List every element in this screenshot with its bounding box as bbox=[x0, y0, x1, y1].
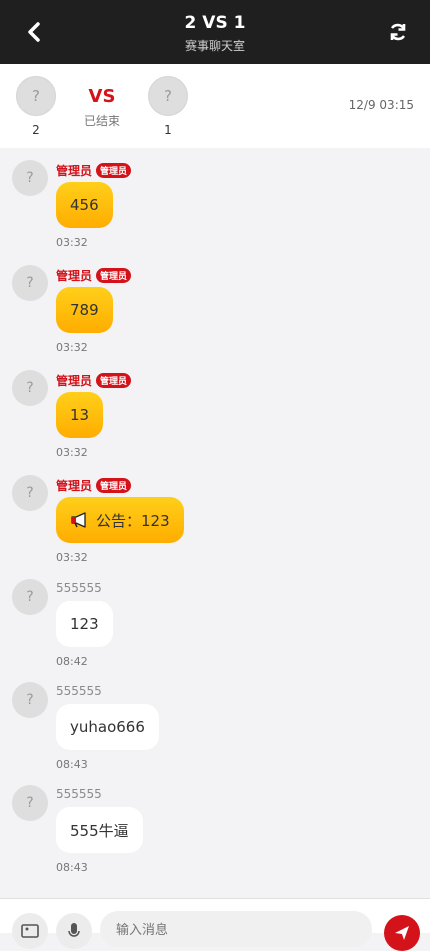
announcement-text: 公告：123 bbox=[96, 511, 170, 530]
away-team-score: 1 bbox=[164, 123, 172, 137]
avatar: ? bbox=[12, 475, 48, 511]
sender-label: 管理员 bbox=[56, 374, 93, 388]
sender-name: 管理员 管理员 bbox=[56, 372, 132, 389]
message-input-bar bbox=[0, 898, 430, 951]
avatar: ? bbox=[12, 265, 48, 301]
admin-badge: 管理员 bbox=[96, 163, 132, 178]
message-bubble: 789 bbox=[56, 287, 113, 333]
message-time: 03:32 bbox=[56, 551, 88, 564]
message-time: 03:32 bbox=[56, 236, 88, 249]
avatar: ? bbox=[12, 370, 48, 406]
sender-name: 555555 bbox=[56, 581, 102, 595]
home-team: ? 2 bbox=[16, 76, 56, 137]
message-bubble: 13 bbox=[56, 392, 104, 438]
avatar: ? bbox=[12, 682, 48, 718]
message-time: 03:32 bbox=[56, 446, 88, 459]
message-time: 08:43 bbox=[56, 758, 88, 771]
admin-badge: 管理员 bbox=[96, 478, 132, 493]
home-team-score: 2 bbox=[32, 123, 40, 137]
match-status: 已结束 bbox=[83, 114, 120, 128]
message-input[interactable] bbox=[100, 911, 372, 947]
sender-name: 555555 bbox=[56, 787, 102, 801]
vs-label: VS bbox=[88, 86, 116, 107]
message-time: 03:32 bbox=[56, 341, 88, 354]
message-time: 08:42 bbox=[56, 655, 88, 668]
send-icon bbox=[395, 926, 409, 940]
send-button[interactable] bbox=[384, 915, 420, 951]
avatar: ? bbox=[12, 785, 48, 821]
home-team-avatar: ? bbox=[16, 76, 56, 116]
microphone-icon bbox=[68, 923, 80, 937]
message-bubble: 456 bbox=[56, 182, 113, 228]
voice-button[interactable] bbox=[56, 913, 92, 949]
sender-label: 管理员 bbox=[56, 479, 93, 493]
match-info-card: ? 2 VS 已结束 ? 1 12/9 03:15 bbox=[0, 64, 430, 148]
admin-badge: 管理员 bbox=[96, 373, 132, 388]
image-icon bbox=[21, 924, 39, 938]
top-bar: 2 VS 1 赛事聊天室 bbox=[0, 0, 430, 64]
admin-badge: 管理员 bbox=[96, 268, 132, 283]
avatar: ? bbox=[12, 579, 48, 615]
sender-name: 555555 bbox=[56, 684, 102, 698]
page-subtitle: 赛事聊天室 bbox=[184, 39, 245, 53]
image-button[interactable] bbox=[12, 913, 48, 949]
megaphone-icon bbox=[71, 512, 86, 528]
away-team: ? 1 bbox=[148, 76, 188, 137]
sender-label: 管理员 bbox=[56, 269, 93, 283]
match-time: 12/9 03:15 bbox=[348, 98, 414, 112]
avatar: ? bbox=[12, 160, 48, 196]
message-time: 08:43 bbox=[56, 861, 88, 874]
message-bubble: 555牛逼 bbox=[56, 807, 143, 853]
message-bubble: yuhao666 bbox=[56, 704, 159, 750]
sender-name: 管理员 管理员 bbox=[56, 267, 132, 284]
refresh-icon bbox=[390, 23, 406, 41]
away-team-avatar: ? bbox=[148, 76, 188, 116]
page-title: 2 VS 1 bbox=[184, 13, 246, 33]
sender-label: 管理员 bbox=[56, 164, 93, 178]
sender-name: 管理员 管理员 bbox=[56, 162, 132, 179]
message-bubble: 123 bbox=[56, 601, 113, 647]
refresh-button[interactable] bbox=[384, 18, 412, 46]
announcement-bubble: 公告：123 bbox=[56, 497, 184, 543]
sender-name: 管理员 管理员 bbox=[56, 477, 132, 494]
